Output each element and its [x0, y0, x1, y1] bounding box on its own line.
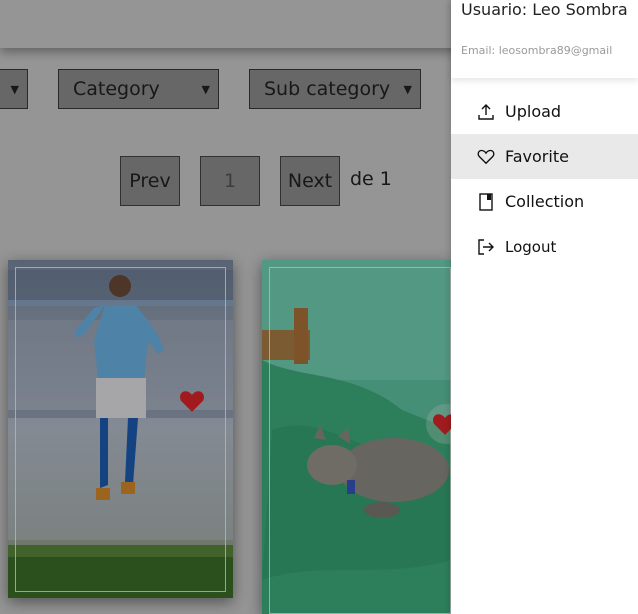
username-label: Usuario: Leo Sombra	[461, 0, 628, 19]
heart-icon[interactable]	[179, 389, 205, 417]
page-number-input[interactable]: 1	[200, 156, 260, 206]
user-sidebar: Usuario: Leo Sombra Email: leosombra89@g…	[451, 0, 638, 614]
sidebar-item-upload[interactable]: Upload	[451, 89, 638, 134]
filter-select-first[interactable]: ▼	[0, 69, 28, 109]
chevron-down-icon: ▼	[10, 82, 19, 96]
sidebar-item-label: Logout	[505, 237, 557, 256]
sidebar-item-label: Collection	[505, 192, 585, 211]
logout-icon	[475, 236, 497, 258]
image-card-football[interactable]	[8, 260, 233, 598]
top-header-bar	[0, 0, 470, 48]
sidebar-item-label: Upload	[505, 102, 562, 121]
prev-page-button[interactable]: Prev	[120, 156, 180, 206]
sidebar-item-collection[interactable]: Collection	[451, 179, 638, 224]
heart-icon	[475, 146, 497, 168]
subcategory-select[interactable]: Sub category ▼	[249, 69, 421, 109]
upload-icon	[475, 101, 497, 123]
category-select[interactable]: Category ▼	[58, 69, 219, 109]
subcategory-select-value: Sub category	[264, 78, 391, 100]
next-page-label: Next	[287, 170, 333, 192]
prev-page-label: Prev	[129, 170, 171, 192]
card-inner-frame	[15, 267, 226, 592]
sidebar-item-logout[interactable]: Logout	[451, 224, 638, 269]
sidebar-item-favorite[interactable]: Favorite	[451, 134, 638, 179]
book-icon	[475, 191, 497, 213]
user-info-box: Usuario: Leo Sombra Email: leosombra89@g…	[451, 0, 638, 78]
email-label: Email: leosombra89@gmail	[461, 44, 613, 57]
page-number-value: 1	[223, 170, 237, 192]
card-inner-frame	[269, 267, 451, 614]
chevron-down-icon: ▼	[201, 82, 210, 96]
chevron-down-icon: ▼	[403, 82, 412, 96]
total-pages-label: de 1	[350, 168, 392, 190]
sidebar-item-label: Favorite	[505, 147, 569, 166]
category-select-value: Category	[73, 78, 160, 100]
image-card-cat[interactable]	[262, 260, 452, 614]
heart-icon	[433, 414, 452, 435]
next-page-button[interactable]: Next	[280, 156, 340, 206]
